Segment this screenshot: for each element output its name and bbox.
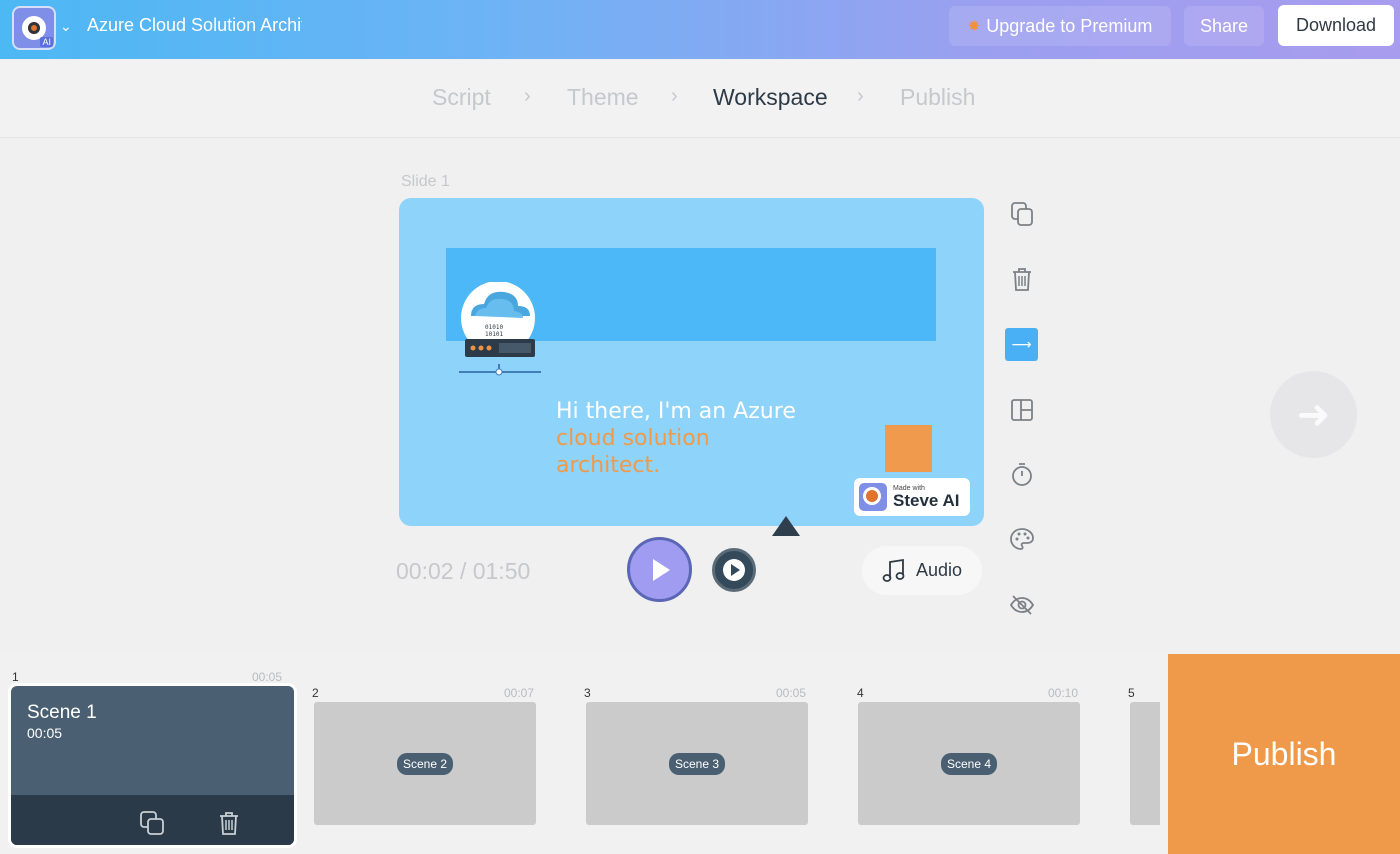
logo-ai-badge: AI	[40, 37, 53, 47]
scene-number: 3	[584, 686, 591, 700]
copy-icon	[140, 811, 164, 835]
scene-number: 1	[12, 670, 19, 684]
slide-canvas[interactable]: 01010 10101 Hi there, I'm an Azure cloud…	[399, 198, 984, 526]
timer-button[interactable]	[1005, 457, 1038, 490]
play-icon	[653, 558, 670, 581]
app-logo[interactable]: AI	[12, 6, 56, 50]
music-note-icon	[882, 558, 905, 582]
steve-ai-logo-icon	[859, 483, 887, 511]
scene-card-active[interactable]: Scene 1 00:05	[11, 686, 294, 845]
share-button[interactable]: Share	[1184, 6, 1264, 46]
play-icon	[730, 564, 740, 576]
made-with-badge: Made with Steve AI	[854, 478, 970, 516]
audio-label: Audio	[915, 560, 963, 580]
slide-text-highlight[interactable]: cloud solution architect.	[556, 425, 710, 479]
star-icon: ✸	[967, 18, 981, 35]
publish-button[interactable]: Publish	[1168, 654, 1400, 854]
slide-text-line2: cloud solution	[556, 426, 710, 451]
playback-time: 00:02 / 01:50	[396, 558, 531, 584]
step-script[interactable]: Script	[432, 84, 491, 111]
duplicate-slide-button[interactable]	[1005, 197, 1038, 230]
scene-card[interactable]: Scene 4	[858, 702, 1080, 825]
duplicate-scene-button[interactable]	[139, 810, 165, 841]
delete-slide-button[interactable]	[1005, 262, 1038, 295]
upgrade-premium-button[interactable]: ✸ Upgrade to Premium	[949, 6, 1171, 46]
step-publish[interactable]: Publish	[900, 84, 975, 111]
download-button[interactable]: Download	[1278, 5, 1394, 46]
scene-number: 2	[312, 686, 319, 700]
chevron-right-icon: ›	[524, 85, 531, 107]
scene-name: Scene 3	[668, 752, 726, 775]
step-workspace[interactable]: Workspace	[713, 84, 828, 111]
chevron-right-icon: ›	[671, 85, 678, 107]
arrow-right-icon: ➜	[1296, 392, 1331, 437]
scene-number: 4	[857, 686, 864, 700]
next-slide-button[interactable]: ➜	[1270, 371, 1357, 458]
layout-button[interactable]	[1005, 393, 1038, 426]
svg-text:10101: 10101	[485, 331, 503, 338]
copy-icon	[1010, 201, 1033, 226]
trash-icon	[1012, 267, 1031, 291]
slide-text-line3: architect.	[556, 453, 661, 478]
top-bar: AI ⌄ Azure Cloud Solution Architect ✸ Up…	[0, 0, 1400, 59]
step-theme[interactable]: Theme	[567, 84, 639, 111]
chevron-right-icon: ›	[857, 85, 864, 107]
badge-brand: Steve AI	[893, 491, 960, 510]
scene-name: Scene 1	[27, 702, 97, 723]
slide-pointer-icon	[772, 516, 800, 536]
play-button[interactable]	[627, 537, 692, 602]
scene-duration: 00:05	[252, 670, 283, 684]
slide-label: Slide 1	[401, 173, 450, 190]
project-title[interactable]: Azure Cloud Solution Architect	[87, 15, 302, 39]
svg-text:01010: 01010	[485, 324, 503, 331]
palette-icon	[1009, 527, 1034, 550]
step-navigation: Script › Theme › Workspace › Publish	[0, 60, 1400, 138]
slide-text-line1[interactable]: Hi there, I'm an Azure	[556, 398, 796, 425]
scene-number: 5	[1128, 686, 1135, 700]
delete-scene-button[interactable]	[218, 810, 240, 841]
upgrade-premium-label: Upgrade to Premium	[986, 15, 1153, 36]
scene-name: Scene 4	[940, 752, 998, 775]
arrow-right-icon: ⟶	[1011, 336, 1032, 352]
scene-duration: 00:05	[776, 686, 807, 700]
scene-duration: 00:07	[504, 686, 535, 700]
scene-actions-bar	[11, 795, 294, 845]
cloud-server-illustration[interactable]: 01010 10101	[457, 281, 543, 383]
play-scene-button[interactable]	[712, 548, 756, 592]
layout-icon	[1010, 398, 1033, 421]
scene-duration: 00:10	[1048, 686, 1079, 700]
color-palette-button[interactable]	[1005, 522, 1038, 555]
trash-icon	[220, 812, 238, 835]
scene-name: Scene 2	[396, 752, 454, 775]
chevron-down-icon[interactable]: ⌄	[60, 18, 72, 35]
scene-card-duration: 00:05	[27, 725, 63, 741]
timer-icon	[1011, 462, 1032, 486]
hide-slide-button[interactable]	[1005, 588, 1038, 621]
transition-button[interactable]: ⟶	[1005, 328, 1038, 361]
audio-button[interactable]: Audio	[862, 546, 982, 595]
scene-card[interactable]	[1130, 702, 1160, 825]
scene-card[interactable]: Scene 3	[586, 702, 808, 825]
eye-off-icon	[1009, 594, 1034, 615]
scene-card[interactable]: Scene 2	[314, 702, 536, 825]
orange-shape[interactable]	[885, 425, 932, 472]
